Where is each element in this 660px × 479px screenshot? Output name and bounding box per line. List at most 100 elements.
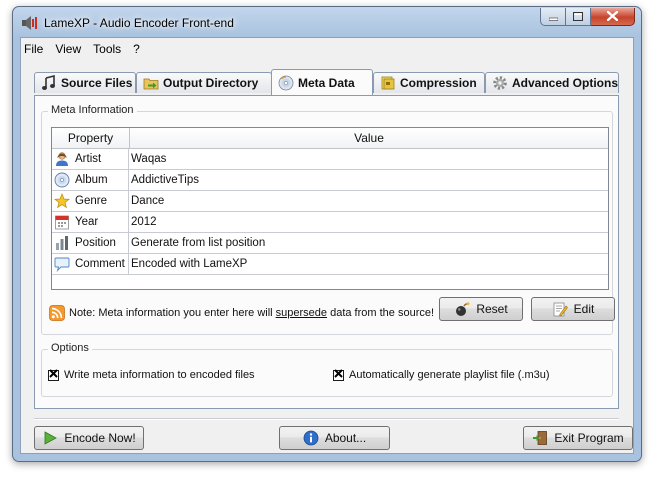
tab-output-directory[interactable]: Output Directory bbox=[136, 72, 272, 93]
playlist-option[interactable]: Automatically generate playlist file (.m… bbox=[333, 369, 550, 381]
maximize-icon bbox=[573, 10, 583, 24]
menu-file[interactable]: File bbox=[21, 42, 49, 56]
property-label: Genre bbox=[75, 195, 107, 207]
property-label: Album bbox=[75, 174, 108, 186]
speaker-icon bbox=[21, 16, 37, 30]
reset-label: Reset bbox=[476, 302, 508, 316]
property-label: Artist bbox=[75, 153, 102, 165]
meta-note: Note: Meta information you enter here wi… bbox=[49, 305, 434, 321]
tab-label: Meta Data bbox=[298, 75, 355, 90]
value-cell[interactable]: Waqas bbox=[129, 149, 608, 169]
tab-label: Compression bbox=[400, 76, 477, 90]
info-icon bbox=[303, 430, 319, 446]
minimize-button[interactable] bbox=[540, 8, 566, 26]
value-cell[interactable]: Dance bbox=[129, 191, 608, 211]
compress-icon bbox=[380, 75, 396, 91]
cd-icon bbox=[278, 75, 294, 91]
property-cell: Year bbox=[52, 212, 129, 232]
tab-source-files[interactable]: Source Files bbox=[34, 72, 136, 93]
property-label: Comment bbox=[75, 258, 125, 270]
options-group: Options Write meta information to encode… bbox=[41, 342, 613, 397]
title-bar[interactable]: LameXP - Audio Encoder Front-end bbox=[13, 7, 641, 39]
bomb-icon bbox=[454, 301, 470, 317]
tab-meta-data[interactable]: Meta Data bbox=[271, 69, 373, 95]
minimize-icon bbox=[548, 10, 558, 24]
music-note-icon bbox=[41, 75, 57, 91]
property-cell: Comment bbox=[52, 254, 129, 274]
tab-label: Advanced Options bbox=[512, 76, 619, 90]
cd-icon bbox=[54, 172, 70, 188]
window-title: LameXP - Audio Encoder Front-end bbox=[44, 16, 234, 30]
meta-information-group: Meta Information Property Value Artist W… bbox=[41, 104, 615, 335]
value-cell[interactable]: Encoded with LameXP bbox=[129, 254, 608, 274]
table-header: Property Value bbox=[52, 128, 608, 149]
footer-divider bbox=[34, 418, 619, 420]
client-area: File View Tools ? Source Files Output Di… bbox=[20, 37, 634, 454]
edit-icon bbox=[552, 301, 568, 317]
checkmark-icon bbox=[334, 369, 343, 381]
gear-icon bbox=[492, 75, 508, 91]
maximize-button[interactable] bbox=[566, 8, 591, 26]
table-row-year[interactable]: Year 2012 bbox=[52, 212, 608, 233]
playlist-label: Automatically generate playlist file (.m… bbox=[349, 369, 550, 381]
menu-bar: File View Tools ? bbox=[21, 38, 633, 60]
tab-label: Output Directory bbox=[163, 76, 259, 90]
star-icon bbox=[54, 193, 70, 209]
rss-icon bbox=[49, 305, 65, 321]
table-row-artist[interactable]: Artist Waqas bbox=[52, 149, 608, 170]
encode-now-label: Encode Now! bbox=[64, 431, 136, 445]
reset-button[interactable]: Reset bbox=[439, 297, 523, 321]
edit-label: Edit bbox=[573, 302, 595, 316]
meta-data-panel: Meta Information Property Value Artist W… bbox=[34, 95, 619, 409]
tab-advanced-options[interactable]: Advanced Options bbox=[485, 72, 619, 93]
write-meta-checkbox[interactable] bbox=[48, 369, 59, 381]
tab-label: Source Files bbox=[61, 76, 133, 90]
table-row-genre[interactable]: Genre Dance bbox=[52, 191, 608, 212]
note-text-prefix: Note: Meta information you enter here wi… bbox=[69, 307, 276, 319]
folder-arrow-icon bbox=[143, 75, 159, 91]
value-cell[interactable]: Generate from list position bbox=[129, 233, 608, 253]
group-title: Options bbox=[48, 342, 92, 354]
note-text-underline: supersede bbox=[275, 307, 328, 319]
column-header-value[interactable]: Value bbox=[130, 128, 608, 148]
property-label: Position bbox=[75, 237, 116, 249]
column-header-property[interactable]: Property bbox=[52, 128, 130, 148]
meta-table: Property Value Artist Waqas Album Addict… bbox=[51, 127, 609, 290]
bars-icon bbox=[54, 235, 70, 251]
calendar-icon bbox=[54, 214, 70, 230]
property-label: Year bbox=[75, 216, 99, 228]
table-row-position[interactable]: Position Generate from list position bbox=[52, 233, 608, 254]
write-meta-option[interactable]: Write meta information to encoded files bbox=[48, 369, 255, 381]
property-cell: Genre bbox=[52, 191, 129, 211]
exit-program-label: Exit Program bbox=[554, 431, 624, 445]
menu-help[interactable]: ? bbox=[127, 42, 146, 56]
menu-tools[interactable]: Tools bbox=[87, 42, 127, 56]
group-title: Meta Information bbox=[48, 104, 137, 116]
about-label: About... bbox=[324, 431, 367, 445]
value-cell[interactable]: 2012 bbox=[129, 212, 608, 232]
app-window: LameXP - Audio Encoder Front-end File Vi… bbox=[12, 6, 642, 462]
table-row-album[interactable]: Album AddictiveTips bbox=[52, 170, 608, 191]
tab-compression[interactable]: Compression bbox=[373, 72, 485, 93]
person-icon bbox=[54, 151, 70, 167]
speech-bubble-icon bbox=[54, 256, 70, 272]
write-meta-label: Write meta information to encoded files bbox=[64, 369, 255, 381]
playlist-checkbox[interactable] bbox=[333, 369, 344, 381]
property-cell: Artist bbox=[52, 149, 129, 169]
value-cell[interactable]: AddictiveTips bbox=[129, 170, 608, 190]
property-cell: Album bbox=[52, 170, 129, 190]
about-button[interactable]: About... bbox=[279, 426, 390, 450]
note-text-suffix: data from the source! bbox=[327, 307, 435, 319]
play-icon bbox=[42, 430, 58, 446]
window-controls bbox=[540, 8, 635, 26]
property-cell: Position bbox=[52, 233, 129, 253]
exit-program-button[interactable]: Exit Program bbox=[523, 426, 633, 450]
edit-button[interactable]: Edit bbox=[531, 297, 615, 321]
close-icon bbox=[606, 10, 619, 24]
close-button[interactable] bbox=[591, 8, 635, 26]
exit-icon bbox=[532, 430, 548, 446]
encode-now-button[interactable]: Encode Now! bbox=[34, 426, 144, 450]
menu-view[interactable]: View bbox=[49, 42, 87, 56]
table-row-comment[interactable]: Comment Encoded with LameXP bbox=[52, 254, 608, 275]
checkmark-icon bbox=[49, 369, 58, 381]
